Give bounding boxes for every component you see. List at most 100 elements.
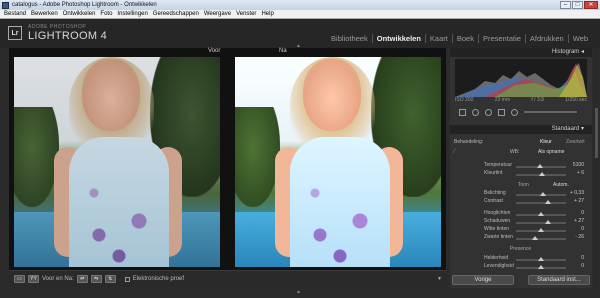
contrast-slider[interactable] — [516, 200, 566, 204]
contrast-slider-knob[interactable] — [544, 200, 551, 204]
vibrance-slider-knob[interactable] — [538, 265, 544, 269]
window-title: catalogus - Adobe Photoshop Lightroom - … — [12, 2, 157, 8]
shadows-value[interactable]: + 27 — [568, 218, 584, 224]
contrast-value[interactable]: + 27 — [568, 198, 584, 204]
red-eye-icon[interactable] — [485, 108, 492, 116]
crop-tool-icon[interactable] — [459, 108, 466, 116]
copy-after-to-before-icon[interactable]: ⇆ — [90, 275, 102, 283]
tint-slider-knob[interactable] — [539, 172, 545, 176]
module-bibliotheek[interactable]: Bibliotheek — [327, 34, 372, 43]
menu-item-instellingen[interactable]: Instellingen — [117, 11, 147, 17]
basic-panel-header[interactable]: Standaard ▾ — [450, 125, 592, 134]
temp-label: Temperatuur — [484, 162, 513, 168]
before-after-viewer: Voor Na — [9, 48, 446, 270]
module-ontwikkelen[interactable]: Ontwikkelen — [371, 34, 425, 43]
menu-item-gereedschappen[interactable]: Gereedschappen — [153, 11, 199, 17]
module-boek[interactable]: Boek — [451, 34, 478, 43]
spot-removal-icon[interactable] — [472, 108, 479, 116]
whites-slider-knob[interactable] — [538, 228, 544, 232]
blacks-value[interactable]: - 26 — [568, 234, 584, 240]
temp-slider-knob[interactable] — [537, 164, 543, 168]
histogram-title: Histogram — [551, 49, 580, 55]
histogram-info: ISO 200 23 mm f / 3,8 1/250 sec — [455, 97, 587, 103]
before-after-view-icon[interactable]: YY — [28, 275, 39, 283]
temp-slider[interactable] — [516, 164, 566, 168]
exposure-slider[interactable] — [516, 192, 566, 196]
adjustment-brush-icon[interactable] — [524, 111, 577, 113]
focal-length-value: 23 mm — [494, 97, 511, 103]
whites-slider[interactable] — [516, 228, 566, 232]
menu-item-help[interactable]: Help — [261, 11, 273, 17]
module-afdrukken[interactable]: Afdrukken — [524, 34, 568, 43]
clarity-slider-knob[interactable] — [538, 257, 544, 261]
auto-tone-button[interactable]: Autom. — [553, 182, 569, 188]
highlights-value[interactable]: 0 — [568, 210, 584, 216]
shutter-value: 1/250 sec — [565, 97, 587, 103]
menu-item-bestand[interactable]: Bestand — [4, 11, 26, 17]
softproof-checkbox[interactable] — [124, 276, 130, 282]
radial-filter-icon[interactable] — [511, 108, 518, 116]
highlights-slider[interactable] — [516, 212, 566, 216]
maximize-icon[interactable]: □ — [572, 1, 583, 9]
window-controls: – □ ✕ — [560, 1, 598, 9]
treatment-color-option[interactable]: Kleur — [540, 139, 552, 145]
tone-title: Toon — [518, 182, 529, 188]
highlights-label: Hooglichten — [484, 210, 511, 216]
histogram-graph — [455, 63, 587, 97]
wb-eyedropper-icon[interactable]: ⁄ — [454, 149, 455, 155]
window-titlebar: catalogus - Adobe Photoshop Lightroom - … — [0, 0, 600, 10]
exposure-value[interactable]: + 0,33 — [568, 190, 584, 196]
panel-bottom-buttons: Vorige Standaard inst... — [452, 275, 590, 285]
copy-before-to-after-icon[interactable]: ⇄ — [76, 275, 88, 283]
reset-button[interactable]: Standaard inst... — [528, 275, 590, 285]
treatment-bw-option[interactable]: Zwartwit — [566, 139, 585, 145]
menu-item-venster[interactable]: Venster — [236, 11, 256, 17]
clarity-slider[interactable] — [516, 257, 566, 261]
presence-title: Presence — [510, 246, 532, 252]
clarity-value[interactable]: 0 — [568, 255, 584, 261]
minimize-icon[interactable]: – — [560, 1, 571, 9]
wb-label: WB: — [510, 149, 520, 155]
toolbar-menu-icon[interactable]: ▼ — [437, 276, 442, 282]
shadows-slider[interactable] — [516, 220, 566, 224]
blacks-slider-knob[interactable] — [531, 236, 538, 240]
module-kaart[interactable]: Kaart — [424, 34, 452, 43]
softproof-label: Elektronische proef — [132, 276, 185, 282]
menu-item-weergave[interactable]: Weergave — [204, 11, 231, 17]
shadows-slider-knob[interactable] — [544, 220, 551, 224]
whites-value[interactable]: 0 — [568, 226, 584, 232]
loupe-view-icon[interactable]: ▭ — [14, 275, 25, 283]
histogram-header[interactable]: Histogram ◂ — [450, 48, 592, 57]
tint-slider[interactable] — [516, 172, 566, 176]
menu-item-ontwikkelen[interactable]: Ontwikkelen — [63, 11, 96, 17]
menu-item-foto[interactable]: Foto — [100, 11, 112, 17]
swap-before-after-icon[interactable]: ⇅ — [104, 275, 116, 283]
collapse-filmstrip-icon[interactable]: ▲ — [296, 289, 301, 295]
highlights-slider-knob[interactable] — [538, 212, 544, 216]
compare-label: Voor en Na: — [42, 276, 74, 282]
exposure-slider-knob[interactable] — [539, 192, 546, 196]
temp-value[interactable]: 5100 — [568, 162, 584, 168]
graduated-filter-icon[interactable] — [498, 108, 505, 116]
aperture-value: f / 3,8 — [531, 97, 544, 103]
module-picker: Bibliotheek Ontwikkelen Kaart Boek Prese… — [327, 34, 592, 43]
right-panel-scrollbar[interactable] — [594, 48, 599, 288]
clarity-label: Helderheid — [484, 255, 509, 261]
vibrance-value[interactable]: 0 — [568, 263, 584, 269]
before-photo[interactable] — [14, 57, 220, 267]
vibrance-slider[interactable] — [516, 265, 566, 269]
blacks-label: Zwarte tinten — [484, 234, 513, 240]
after-photo[interactable] — [235, 57, 441, 267]
previous-button[interactable]: Vorige — [452, 275, 514, 285]
scrollbar-thumb[interactable] — [595, 108, 598, 158]
close-icon[interactable]: ✕ — [584, 1, 598, 9]
wb-preset-select[interactable]: Als opname — [538, 149, 564, 155]
basic-panel-title: Standaard — [551, 126, 580, 132]
menu-item-bewerken[interactable]: Bewerken — [31, 11, 58, 17]
module-presentatie[interactable]: Presentatie — [477, 34, 525, 43]
module-web[interactable]: Web — [567, 34, 592, 43]
whites-label: Witte tinten — [484, 226, 510, 232]
blacks-slider[interactable] — [516, 236, 566, 240]
tint-value[interactable]: + 6 — [568, 170, 584, 176]
histogram[interactable] — [455, 59, 587, 97]
